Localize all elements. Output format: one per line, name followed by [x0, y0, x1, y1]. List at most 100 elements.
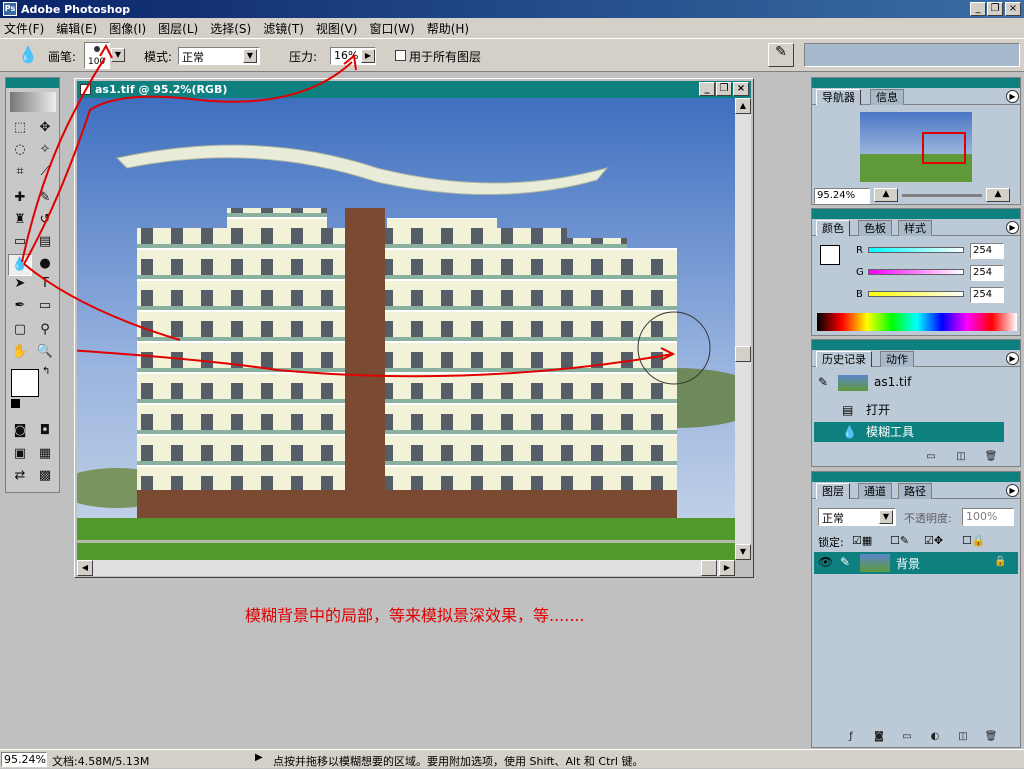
new-document-from-state-icon[interactable]: ▭: [922, 450, 940, 464]
magic-wand-tool-icon[interactable]: ✧: [33, 140, 57, 162]
layer-row-background[interactable]: 👁 ✎ 背景 🔒: [814, 552, 1018, 574]
menu-edit[interactable]: 编辑(E): [56, 20, 97, 37]
panel-menu-icon[interactable]: ▶: [1006, 484, 1019, 497]
brush-dropdown-arrow[interactable]: ▼: [111, 48, 125, 62]
horizontal-scrollbar[interactable]: ◀ ▶: [77, 560, 735, 576]
swap-colors-icon[interactable]: ↰: [42, 366, 50, 377]
history-snapshot-row[interactable]: ✎ as1.tif: [814, 372, 1004, 392]
menu-view[interactable]: 视图(V): [316, 20, 358, 37]
image-canvas[interactable]: [77, 98, 735, 560]
color-panel-header[interactable]: [812, 209, 1020, 219]
tab-swatches[interactable]: 色板: [858, 220, 892, 236]
history-item[interactable]: ▤ 打开: [814, 400, 1004, 420]
default-colors-icon[interactable]: [11, 399, 20, 408]
standard-mode-icon[interactable]: ◙: [8, 421, 32, 443]
shape-tool-icon[interactable]: ▭: [33, 296, 57, 318]
history-panel-header[interactable]: [812, 340, 1020, 350]
screen-mode-standard-icon[interactable]: ▣: [8, 444, 32, 466]
imageready-icon[interactable]: ▩: [33, 466, 57, 488]
scroll-down-button[interactable]: ▼: [735, 544, 751, 560]
lock-transparency-checkbox[interactable]: ☑▦: [852, 534, 872, 547]
tab-layers[interactable]: 图层: [816, 483, 850, 499]
navigator-view-box[interactable]: [922, 132, 966, 164]
eraser-tool-icon[interactable]: ▭: [8, 232, 32, 254]
layer-visibility-eye-icon[interactable]: 👁: [818, 555, 833, 569]
panel-menu-icon[interactable]: ▶: [1006, 352, 1019, 365]
doc-close-button[interactable]: ×: [733, 82, 749, 96]
menu-window[interactable]: 窗口(W): [369, 20, 414, 37]
clone-stamp-tool-icon[interactable]: ♜: [8, 210, 32, 232]
menu-file[interactable]: 文件(F): [4, 20, 44, 37]
eyedropper-tool-icon[interactable]: ⚲: [33, 320, 57, 342]
b-slider[interactable]: [868, 291, 964, 297]
crop-tool-icon[interactable]: ⌗: [8, 162, 32, 184]
tab-actions[interactable]: 动作: [880, 351, 914, 367]
menu-image[interactable]: 图像(I): [109, 20, 146, 37]
layer-style-icon[interactable]: ƒ: [842, 730, 860, 744]
layers-panel-header[interactable]: [812, 472, 1020, 482]
move-tool-icon[interactable]: ✥: [33, 118, 57, 140]
navigator-panel-header[interactable]: [812, 78, 1020, 88]
scroll-up-button[interactable]: ▲: [735, 98, 751, 114]
document-title-bar[interactable]: as1.tif @ 95.2%(RGB) _ ❐ ×: [77, 81, 751, 98]
blend-mode-dropdown-arrow[interactable]: ▼: [879, 510, 893, 524]
blend-mode-select[interactable]: 正常 ▼: [818, 508, 896, 526]
brush-preset-picker[interactable]: 100: [84, 42, 110, 69]
zoom-in-button[interactable]: ▲: [986, 188, 1010, 202]
navigator-thumbnail[interactable]: [860, 112, 972, 182]
tab-info[interactable]: 信息: [870, 89, 904, 105]
all-layers-checkbox[interactable]: [395, 50, 406, 61]
adjustment-layer-icon[interactable]: ◐: [926, 730, 944, 744]
delete-layer-icon[interactable]: 🗑: [982, 730, 1000, 744]
hand-tool-icon[interactable]: ✋: [8, 342, 32, 364]
history-brush-source-icon[interactable]: ✎: [818, 372, 828, 392]
tab-navigator[interactable]: 导航器: [816, 89, 861, 105]
blur-tool-icon[interactable]: 💧: [18, 45, 38, 64]
healing-brush-tool-icon[interactable]: ✚: [8, 188, 32, 210]
lock-all-checkbox[interactable]: ☐🔒: [962, 534, 986, 547]
type-tool-icon[interactable]: T: [33, 274, 57, 296]
minimize-button[interactable]: _: [970, 2, 986, 16]
vertical-scroll-thumb[interactable]: [735, 346, 751, 362]
lock-position-checkbox[interactable]: ☑✥: [924, 534, 943, 547]
zoom-out-button[interactable]: ▲: [874, 188, 898, 202]
vertical-scrollbar[interactable]: ▲ ▼: [735, 98, 751, 560]
jump-to-imageready-icon[interactable]: ⇄: [8, 466, 32, 488]
status-menu-arrow-icon[interactable]: ▶: [255, 752, 263, 763]
b-input[interactable]: 254: [970, 287, 1004, 303]
new-layer-icon[interactable]: ◫: [954, 730, 972, 744]
lasso-tool-icon[interactable]: ◌: [8, 140, 32, 162]
pen-tool-icon[interactable]: ✒: [8, 296, 32, 318]
tab-channels[interactable]: 通道: [858, 483, 892, 499]
blur-tool-selected-icon[interactable]: 💧: [8, 254, 32, 276]
toolbox-header[interactable]: [6, 78, 59, 88]
gradient-tool-icon[interactable]: ▤: [33, 232, 57, 254]
layer-mask-icon[interactable]: ◙: [870, 730, 888, 744]
color-ramp[interactable]: [817, 313, 1017, 331]
r-input[interactable]: 254: [970, 243, 1004, 259]
close-button[interactable]: ×: [1005, 2, 1021, 16]
g-input[interactable]: 254: [970, 265, 1004, 281]
horizontal-scroll-thumb[interactable]: [701, 560, 717, 576]
tab-history[interactable]: 历史记录: [816, 351, 872, 367]
foreground-color-swatch[interactable]: [11, 369, 39, 397]
restore-button[interactable]: ❐: [987, 2, 1003, 16]
marquee-tool-icon[interactable]: ⬚: [8, 118, 32, 140]
navigator-zoom-input[interactable]: 95.24%: [814, 188, 870, 204]
palette-well[interactable]: [804, 43, 1020, 67]
notes-tool-icon[interactable]: ▢: [8, 320, 32, 342]
history-brush-tool-icon[interactable]: ↺: [33, 210, 57, 232]
screen-mode-full-icon[interactable]: ▦: [33, 444, 57, 466]
zoom-tool-icon[interactable]: 🔍: [33, 342, 57, 364]
menu-filter[interactable]: 滤镜(T): [263, 20, 304, 37]
panel-menu-icon[interactable]: ▶: [1006, 221, 1019, 234]
tab-paths[interactable]: 路径: [898, 483, 932, 499]
lock-image-checkbox[interactable]: ☐✎: [890, 534, 909, 547]
path-selection-tool-icon[interactable]: ➤: [8, 274, 32, 296]
mode-dropdown-arrow[interactable]: ▼: [243, 49, 257, 63]
brushes-palette-button[interactable]: ✎: [768, 43, 794, 67]
doc-minimize-button[interactable]: _: [699, 82, 715, 96]
scroll-left-button[interactable]: ◀: [77, 560, 93, 576]
delete-state-icon[interactable]: 🗑: [982, 450, 1000, 464]
new-snapshot-icon[interactable]: ◫: [952, 450, 970, 464]
